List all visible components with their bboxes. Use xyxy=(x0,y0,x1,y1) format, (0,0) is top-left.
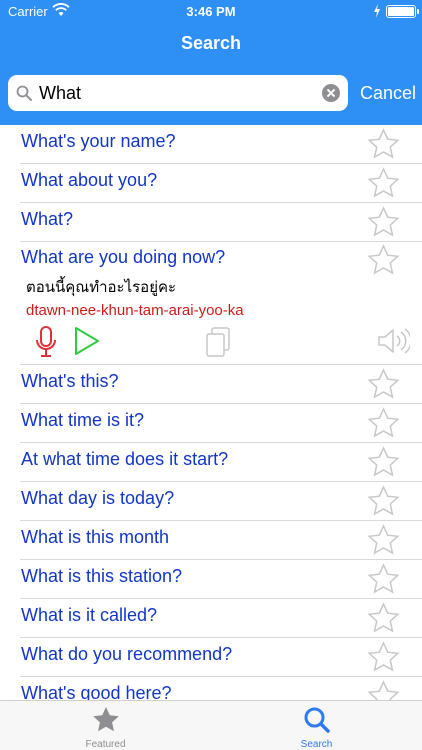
favorite-star-icon[interactable] xyxy=(367,446,400,478)
phrase-text: What is it called? xyxy=(21,605,158,625)
play-icon[interactable] xyxy=(73,325,101,357)
tab-label: Featured xyxy=(85,739,126,750)
favorite-star-icon[interactable] xyxy=(367,485,400,517)
speaker-icon[interactable] xyxy=(376,327,410,355)
copy-icon[interactable] xyxy=(204,326,232,358)
favorite-star-icon[interactable] xyxy=(367,407,400,439)
tab-search[interactable]: Search xyxy=(211,701,422,750)
results-list[interactable]: What's your name? What about you? What? … xyxy=(0,125,422,700)
star-icon xyxy=(93,707,119,732)
phrase-text: What time is it? xyxy=(21,410,145,430)
search-icon xyxy=(304,707,330,733)
search-input[interactable]: What xyxy=(8,75,348,111)
phrase-text: What is this month xyxy=(21,527,170,547)
favorite-star-icon[interactable] xyxy=(367,244,400,276)
battery-icon xyxy=(386,5,419,18)
list-item[interactable]: What is it called? xyxy=(20,599,422,638)
favorite-star-icon[interactable] xyxy=(367,524,400,556)
list-item[interactable]: What about you? xyxy=(20,164,422,203)
search-query-text[interactable]: What xyxy=(39,83,81,104)
search-icon xyxy=(16,85,32,101)
list-item[interactable]: What's this? xyxy=(20,365,422,404)
clear-search-button[interactable] xyxy=(322,84,340,102)
favorite-star-icon[interactable] xyxy=(367,128,400,160)
favorite-star-icon[interactable] xyxy=(367,680,400,700)
list-item[interactable]: What? xyxy=(20,203,422,242)
phrase-text: What's good here? xyxy=(21,683,172,700)
navigation-header: Carrier 3:46 PM Search What Cancel xyxy=(0,0,422,125)
expanded-list-item[interactable]: What are you doing now? ตอนนี้คุณทำอะไรอ… xyxy=(20,241,422,365)
list-item[interactable]: What time is it? xyxy=(20,404,422,443)
favorite-star-icon[interactable] xyxy=(367,602,400,634)
romanization: dtawn-nee-khun-tam-arai-yoo-ka xyxy=(26,302,244,319)
phrase-text: What's your name? xyxy=(21,131,176,151)
cancel-button[interactable]: Cancel xyxy=(360,83,416,104)
list-item[interactable]: What is this month xyxy=(20,521,422,560)
favorite-star-icon[interactable] xyxy=(367,368,400,400)
tab-label: Search xyxy=(300,739,333,750)
favorite-star-icon[interactable] xyxy=(367,167,400,199)
phrase-text: What are you doing now? xyxy=(21,247,226,267)
status-time: 3:46 PM xyxy=(186,4,236,19)
list-item[interactable]: What's good here? xyxy=(20,677,422,700)
phrase-text: What about you? xyxy=(21,170,158,190)
phrase-text: What is this station? xyxy=(21,566,183,586)
list-item[interactable]: What is this station? xyxy=(20,560,422,599)
list-item[interactable]: What do you recommend? xyxy=(20,638,422,677)
phrase-text: At what time does it start? xyxy=(21,449,229,469)
page-title: Search xyxy=(180,33,242,53)
list-item[interactable]: What day is today? xyxy=(20,482,422,521)
tab-featured[interactable]: Featured xyxy=(0,701,211,750)
list-item[interactable]: What's your name? xyxy=(20,125,422,164)
favorite-star-icon[interactable] xyxy=(367,206,400,238)
phrase-text: What? xyxy=(21,209,74,229)
phrase-text: What day is today? xyxy=(21,488,175,508)
list-item[interactable]: At what time does it start? xyxy=(20,443,422,482)
favorite-star-icon[interactable] xyxy=(367,563,400,595)
microphone-icon[interactable] xyxy=(34,325,58,359)
phrase-text: What's this? xyxy=(21,371,119,391)
favorite-star-icon[interactable] xyxy=(367,641,400,673)
tab-bar: Featured Search xyxy=(0,700,422,750)
status-bar: Carrier 3:46 PM xyxy=(0,0,422,24)
thai-translation: ตอนนี้คุณทำอะไรอยู่คะ xyxy=(26,278,177,296)
phrase-text: What do you recommend? xyxy=(21,644,233,664)
charging-icon xyxy=(374,4,380,18)
